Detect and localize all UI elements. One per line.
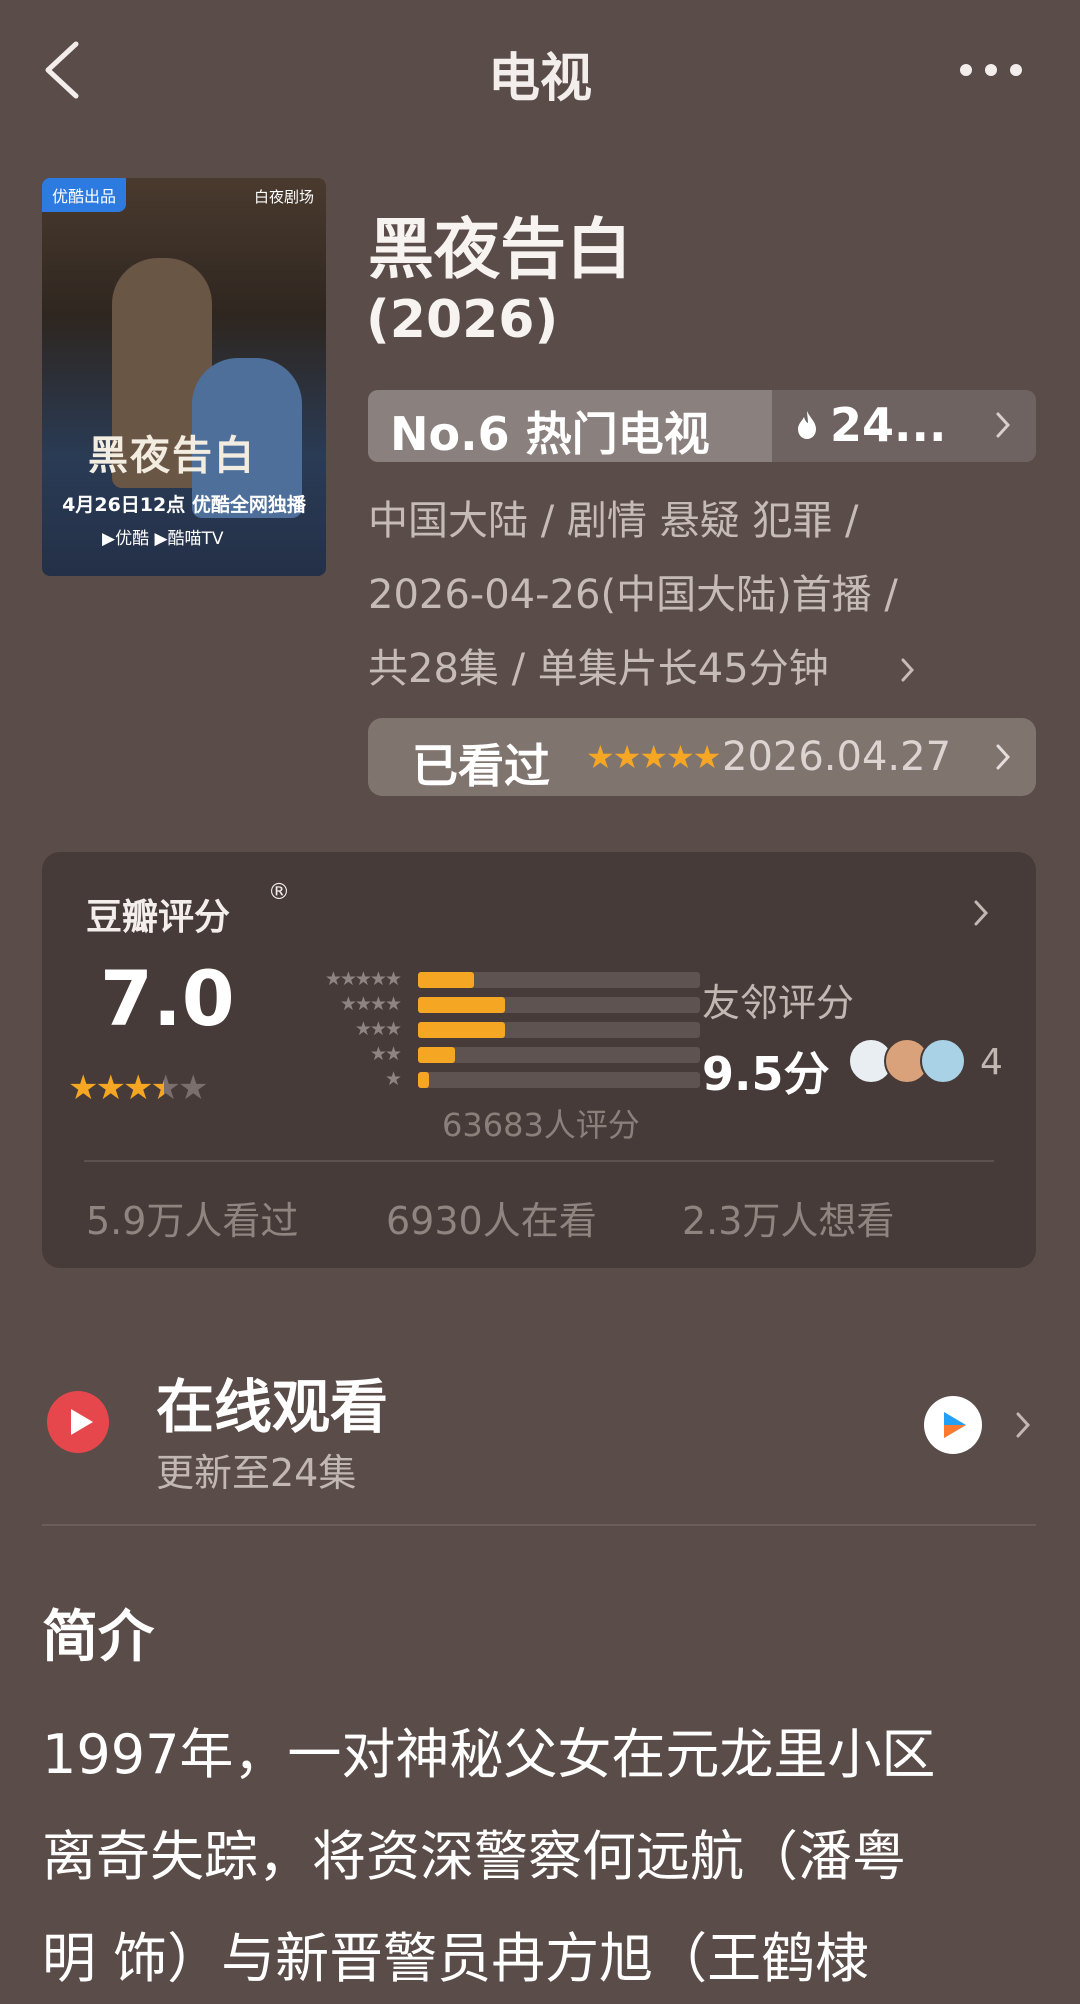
histogram-fill [418,972,475,988]
intro-text-line: 1997年，一对神秘父女在元龙里小区 [42,1723,936,1786]
chevron-right-icon[interactable] [972,898,990,928]
histogram-row-3: ★★★ [260,1018,700,1040]
histogram-row-1: ★ [260,1068,700,1090]
chevron-right-icon[interactable] [900,657,916,683]
online-watch-title: 在线观看 [156,1373,389,1441]
watched-label: 已看过 [412,739,550,793]
histogram-stars: ★★★★ [339,993,402,1015]
friends-rating-label: 友邻评分 [702,981,855,1025]
stat-watching[interactable]: 6930人在看 [386,1190,597,1245]
show-year: (2026) [366,290,559,350]
avatar [920,1038,966,1084]
histogram-fill [418,1022,506,1038]
poster-image[interactable]: 优酷出品 白夜剧场 黑夜告白 4月26日12点 优酷全网独播 ▶优酷 ▶酷喵TV [42,178,326,576]
histogram-stars: ★ [384,1068,402,1090]
histogram-fill [418,997,506,1013]
histogram-stars: ★★ [369,1043,402,1065]
youku-icon [924,1396,982,1454]
friends-count: 4 [980,1042,1003,1083]
histogram-track [418,1072,700,1088]
poster-calligraphy: 黑夜告白 [88,432,256,479]
online-watch-subtitle: 更新至24集 [156,1451,357,1495]
page-title: 电视 [487,49,592,109]
chevron-right-icon [1016,1412,1031,1438]
score-stars: ★★★★★ [68,1068,209,1108]
intro-heading: 简介 [42,1605,154,1670]
poster-platforms: ▶优酷 ▶酷喵TV [102,529,224,549]
rating-card-title: 豆瓣评分 [86,897,231,938]
meta-region-genre: 中国大陆 / 剧情 悬疑 犯罪 / [368,498,859,544]
watched-date: 2026.04.27 [722,734,952,780]
flame-icon [798,411,816,439]
online-watch-row[interactable]: 在线观看 更新至24集 [42,1330,1036,1495]
star-empty-icon: ★ [177,1068,209,1108]
histogram-track [418,997,700,1013]
histogram-row-2: ★★ [260,1043,700,1065]
poster-badge: 优酷出品 [42,178,127,212]
friends-rating-score: 9.5分 [702,1047,830,1101]
douban-rating-card[interactable]: 豆瓣评分 ® 7.0 ★★★★★ ★★★★★ ★★★★ ★★★ ★★ ★ 636… [42,852,1036,1268]
star-half-icon: ★ [150,1068,181,1108]
intro-text-line: 明 饰）与新晋警员冉方旭（王鹤棣 [42,1927,870,1990]
star-full-icon: ★ [95,1068,126,1108]
registered-mark: ® [268,880,290,905]
top-bar: 电视 [0,0,1080,150]
star-full-icon: ★ [68,1068,99,1108]
friend-avatars[interactable] [848,1038,968,1086]
heat-value: 24... [830,398,947,452]
divider [42,1524,1036,1526]
more-dots-icon[interactable] [958,56,1024,84]
histogram-track [418,1047,700,1063]
douban-score: 7.0 [100,954,235,1043]
my-rating-stars: ★★★★★ [586,738,721,776]
watched-pill[interactable]: 已看过 ★★★★★ 2026.04.27 [368,718,1036,796]
histogram-stars: ★★★★★ [324,968,402,990]
histogram-track [418,1022,700,1038]
histogram-row-4: ★★★★ [260,993,700,1015]
histogram-stars: ★★★ [354,1018,402,1040]
stat-watched[interactable]: 5.9万人看过 [86,1190,298,1245]
intro-text-line: 离奇失踪，将资深警察何远航（潘粤 [42,1825,906,1888]
star-full-icon: ★ [122,1068,154,1108]
histogram-track [418,972,700,988]
rank-text: No.6 热门电视 [390,407,710,461]
meta-episodes[interactable]: 共28集 / 单集片长45分钟 [368,636,829,694]
show-title: 黑夜告白 [368,211,632,288]
chevron-right-icon [996,412,1011,438]
histogram-fill [418,1072,430,1088]
play-icon [47,1391,109,1453]
divider [84,1160,994,1162]
poster-date-line: 4月26日12点 优酷全网独播 [62,494,306,516]
stat-want-to-watch[interactable]: 2.3万人想看 [682,1190,894,1245]
histogram-fill [418,1047,455,1063]
rank-pill[interactable]: No.6 热门电视 24... [368,390,1036,462]
meta-premiere: 2026-04-26(中国大陆)首播 / [368,572,898,618]
poster-logo: 白夜剧场 [253,188,314,206]
chevron-right-icon [996,744,1011,770]
histogram-row-5: ★★★★★ [260,968,700,990]
rating-count: 63683人评分 [442,1106,640,1144]
